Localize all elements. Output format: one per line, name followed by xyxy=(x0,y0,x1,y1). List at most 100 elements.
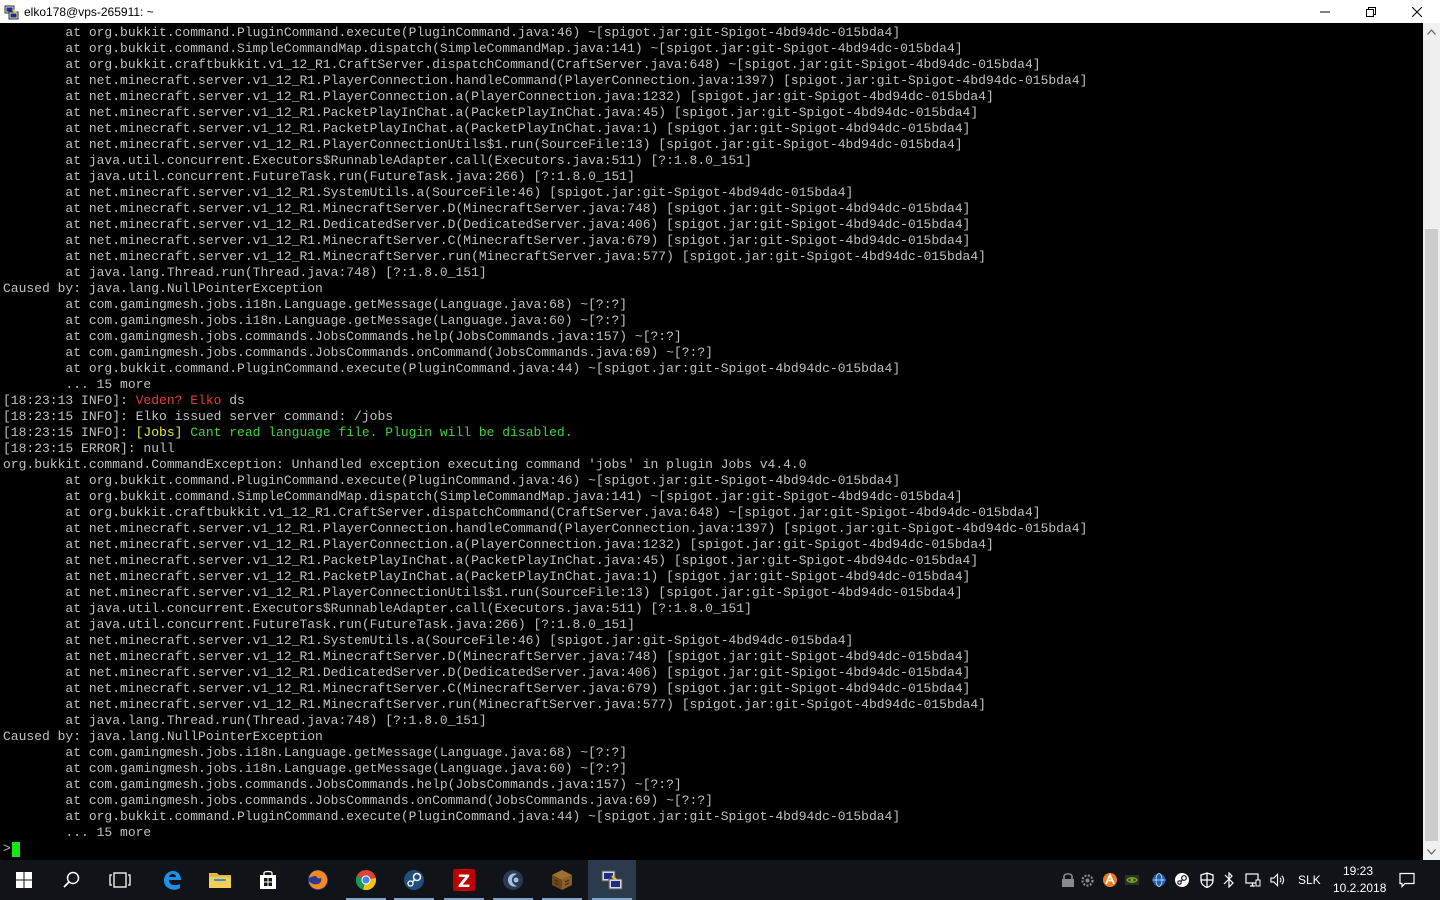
terminal-line: at net.minecraft.server.v1_12_R1.PlayerC… xyxy=(3,521,1423,537)
terminal-line: at java.util.concurrent.Executors$Runnab… xyxy=(3,601,1423,617)
steam-button[interactable] xyxy=(390,860,438,900)
app-button[interactable] xyxy=(489,860,537,900)
task-view-button[interactable] xyxy=(96,860,144,900)
vertical-scrollbar[interactable] xyxy=(1423,23,1440,860)
volume-icon[interactable] xyxy=(1270,872,1286,888)
terminal-text-segment: at net.minecraft.server.v1_12_R1.PlayerC… xyxy=(3,585,963,600)
terminal-text-segment: at net.minecraft.server.v1_12_R1.PlayerC… xyxy=(3,137,963,152)
window-titlebar[interactable]: elko178@vps-265911: ~ xyxy=(0,0,1440,23)
terminal-text-segment: at com.gamingmesh.jobs.i18n.Language.get… xyxy=(3,313,628,328)
putty-icon[interactable] xyxy=(4,4,20,20)
terminal-line: at net.minecraft.server.v1_12_R1.PacketP… xyxy=(3,569,1423,585)
terminal-line: at net.minecraft.server.v1_12_R1.Minecra… xyxy=(3,649,1423,665)
terminal-text-segment: at com.gamingmesh.jobs.commands.JobsComm… xyxy=(3,345,713,360)
action-center-icon[interactable] xyxy=(1399,872,1415,888)
chrome-button[interactable] xyxy=(342,860,390,900)
chrome-icon xyxy=(355,870,377,891)
terminal-line: at com.gamingmesh.jobs.commands.JobsComm… xyxy=(3,329,1423,345)
terminal-prompt: > xyxy=(3,841,11,856)
terminal-line: at org.bukkit.craftbukkit.v1_12_R1.Craft… xyxy=(3,57,1423,73)
terminal-text-segment: at net.minecraft.server.v1_12_R1.SystemU… xyxy=(3,185,854,200)
putty-button[interactable] xyxy=(588,860,636,900)
terminal-line: at net.minecraft.server.v1_12_R1.Dedicat… xyxy=(3,217,1423,233)
filezilla-icon: Z xyxy=(453,869,475,892)
terminal-text-segment: ds xyxy=(221,393,245,408)
bluetooth-network-icon[interactable] xyxy=(1222,872,1238,888)
terminal-line: at net.minecraft.server.v1_12_R1.PlayerC… xyxy=(3,89,1423,105)
terminal-prompt-line[interactable]: > xyxy=(3,841,1423,857)
terminal-text-segment: [18:23:13 INFO]: xyxy=(3,393,136,408)
terminal-text-segment: at net.minecraft.server.v1_12_R1.Minecra… xyxy=(3,233,971,248)
terminal-text-segment: Caused by: java.lang.NullPointerExceptio… xyxy=(3,281,323,296)
clock-date[interactable]: 10.2.2018 xyxy=(1333,881,1386,895)
terminal-line: at net.minecraft.server.v1_12_R1.PlayerC… xyxy=(3,137,1423,153)
terminal-line: at net.minecraft.server.v1_12_R1.PacketP… xyxy=(3,121,1423,137)
restore-icon xyxy=(1366,6,1376,17)
terminal-text-segment: ... 15 more xyxy=(3,377,152,392)
terminal-line: Caused by: java.lang.NullPointerExceptio… xyxy=(3,281,1423,297)
file-explorer-button[interactable] xyxy=(196,860,244,900)
terminal-line: at java.util.concurrent.Executors$Runnab… xyxy=(3,153,1423,169)
terminal-text-segment: at com.gamingmesh.jobs.i18n.Language.get… xyxy=(3,297,628,312)
terminal-line: at org.bukkit.command.SimpleCommandMap.d… xyxy=(3,41,1423,57)
store-icon xyxy=(260,870,276,889)
lock-icon[interactable] xyxy=(1060,872,1076,888)
steam-icon xyxy=(404,870,424,890)
terminal-text-segment: at java.util.concurrent.FutureTask.run(F… xyxy=(3,617,635,632)
maximize-button[interactable] xyxy=(1348,0,1394,23)
input-language-indicator[interactable]: SLK xyxy=(1298,873,1321,887)
nvidia-icon[interactable] xyxy=(1124,872,1140,888)
terminal-line: at com.gamingmesh.jobs.i18n.Language.get… xyxy=(3,761,1423,777)
edge-icon xyxy=(164,871,181,890)
folder-icon xyxy=(209,873,231,888)
terminal-line: at net.minecraft.server.v1_12_R1.PacketP… xyxy=(3,105,1423,121)
terminal-output[interactable]: at org.bukkit.command.PluginCommand.exec… xyxy=(0,23,1423,860)
store-button[interactable] xyxy=(244,860,292,900)
clock-time[interactable]: 19:23 xyxy=(1343,864,1373,878)
windows-logo-icon xyxy=(16,872,32,888)
terminal-text-segment: at java.util.concurrent.Executors$Runnab… xyxy=(3,601,752,616)
terminal-line: at org.bukkit.command.PluginCommand.exec… xyxy=(3,361,1423,377)
steam-tray-icon[interactable] xyxy=(1174,872,1190,888)
terminal-text-segment: at java.util.concurrent.Executors$Runnab… xyxy=(3,153,752,168)
chevron-down-icon xyxy=(1427,848,1436,855)
terminal-line: at net.minecraft.server.v1_12_R1.PlayerC… xyxy=(3,537,1423,553)
firefox-button[interactable] xyxy=(294,860,342,900)
terminal-line: ... 15 more xyxy=(3,377,1423,393)
terminal-text-segment: at net.minecraft.server.v1_12_R1.PacketP… xyxy=(3,105,979,120)
monitor-icon[interactable] xyxy=(1245,872,1261,888)
terminal-text-segment: at org.bukkit.command.SimpleCommandMap.d… xyxy=(3,41,963,56)
scroll-thumb[interactable] xyxy=(1425,229,1438,841)
terminal-text-segment: at net.minecraft.server.v1_12_R1.PlayerC… xyxy=(3,521,1088,536)
start-button[interactable] xyxy=(0,860,48,900)
minecraft-button[interactable] xyxy=(538,860,586,900)
terminal-text-segment: at net.minecraft.server.v1_12_R1.PlayerC… xyxy=(3,537,994,552)
terminal-line: at org.bukkit.craftbukkit.v1_12_R1.Craft… xyxy=(3,505,1423,521)
shield-icon[interactable] xyxy=(1199,872,1215,888)
close-button[interactable] xyxy=(1394,0,1440,23)
scroll-down-button[interactable] xyxy=(1423,843,1440,860)
gear-icon[interactable] xyxy=(1079,872,1095,888)
terminal-line: at net.minecraft.server.v1_12_R1.Minecra… xyxy=(3,697,1423,713)
terminal-text-segment: at net.minecraft.server.v1_12_R1.Minecra… xyxy=(3,649,971,664)
terminal-line: at net.minecraft.server.v1_12_R1.Minecra… xyxy=(3,249,1423,265)
terminal-text-segment: at net.minecraft.server.v1_12_R1.Minecra… xyxy=(3,201,971,216)
avast-icon[interactable] xyxy=(1102,872,1118,888)
terminal-line: [18:23:15 INFO]: [Jobs] Cant read langua… xyxy=(3,425,1423,441)
scroll-up-button[interactable] xyxy=(1423,23,1440,40)
terminal-line: at java.lang.Thread.run(Thread.java:748)… xyxy=(3,713,1423,729)
edge-button[interactable] xyxy=(148,860,196,900)
search-button[interactable] xyxy=(48,860,96,900)
minimize-button[interactable] xyxy=(1302,0,1348,23)
terminal-line: at org.bukkit.command.PluginCommand.exec… xyxy=(3,809,1423,825)
filezilla-button[interactable]: Z xyxy=(440,860,488,900)
terminal-line: at com.gamingmesh.jobs.commands.JobsComm… xyxy=(3,777,1423,793)
terminal-line: at net.minecraft.server.v1_12_R1.Minecra… xyxy=(3,201,1423,217)
terminal-text-segment: at net.minecraft.server.v1_12_R1.Minecra… xyxy=(3,697,986,712)
terminal-text-segment: at net.minecraft.server.v1_12_R1.SystemU… xyxy=(3,633,854,648)
network-globe-icon[interactable] xyxy=(1151,872,1167,888)
terminal-line: [18:23:15 INFO]: Elko issued server comm… xyxy=(3,409,1423,425)
terminal-lines: at org.bukkit.command.PluginCommand.exec… xyxy=(3,25,1423,841)
terminal-text-segment: at org.bukkit.command.SimpleCommandMap.d… xyxy=(3,489,963,504)
terminal-text-segment: at net.minecraft.server.v1_12_R1.PacketP… xyxy=(3,553,979,568)
